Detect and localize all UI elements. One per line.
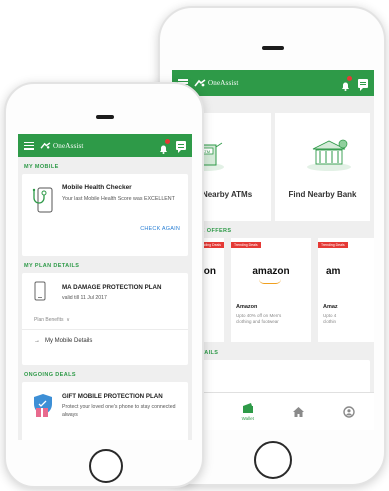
my-mobile-section-label: My mobile [24,164,59,170]
promo-stage: OneAssist allet [0,0,389,491]
chevron-down-icon: ∨ [64,317,70,323]
offer-name: Amaz [323,304,338,310]
gift-plan-text: Protect your loved one's phone to stay c… [62,404,176,418]
gift-shield-icon [34,394,52,417]
chat-icon[interactable] [176,141,186,153]
offer-brand: am [326,266,341,277]
back-home-button [254,441,292,479]
divider [22,329,188,330]
back-speaker [262,46,284,50]
plan-details-card[interactable]: MA DAMAGE PROTECTION PLAN valid till 11 … [22,273,188,365]
mobile-phone-icon [34,281,46,301]
plan-validity: valid till 11 Jul 2017 [62,295,107,301]
gift-plan-card[interactable]: GIFT MOBILE PROTECTION PLAN Protect your… [22,382,188,440]
front-speaker [96,115,114,119]
hands-logo-icon [40,141,51,149]
back-app-bar: OneAssist [172,70,374,96]
plan-benefits-toggle[interactable]: Plan Benefits ∨ [34,317,70,323]
chat-icon[interactable] [358,78,368,91]
find-bank-tile[interactable]: Find Nearby Bank [275,113,370,221]
offer-tag: Trending Deals [231,242,261,248]
front-home-button [89,449,123,483]
offer-desc: Upto 4 clothin [323,313,337,324]
hands-logo-icon [194,78,206,86]
offer-tag: Trending Deals [318,242,348,248]
notification-bell-icon[interactable] [159,138,170,154]
nav-item-wallet[interactable]: Wallet [228,402,268,421]
notification-dot [347,76,352,81]
home-icon [292,406,304,417]
nav-item-profile[interactable] [329,405,369,418]
menu-icon[interactable] [24,141,34,150]
app-name: OneAssist [208,79,239,87]
health-checker-title: Mobile Health Checker [62,184,132,191]
notification-dot [165,138,170,144]
amazon-smile-icon [259,279,281,284]
stethoscope-phone-icon [32,187,53,213]
my-mobile-details-label: My Mobile Details [45,338,93,344]
check-again-link[interactable]: CHECK AGAIN [140,226,180,232]
wallet-icon [242,403,253,413]
bank-icon [307,139,351,171]
nav-item-home[interactable] [278,406,318,418]
nav-wallet-label: Wallet [241,416,254,421]
mobile-health-card[interactable]: Mobile Health Checker Your last Mobile H… [22,174,188,256]
app-logo: OneAssist [194,78,239,88]
plan-title: MA DAMAGE PROTECTION PLAN [62,284,162,291]
find-bank-label: Find Nearby Bank [288,190,357,199]
health-score-text: Your last Mobile Health Score was EXCELL… [62,196,175,202]
offer-name: Amazon [236,304,258,310]
offer-card[interactable]: Trending Deals am Amaz Upto 4 clothin [318,238,374,342]
offer-desc: Upto 40% off on Men's clothing and footw… [236,313,282,324]
front-phone: OneAssist My mobile Mob [4,82,204,488]
app-name: OneAssist [53,141,84,150]
my-mobile-details-link[interactable]: → My Mobile Details [34,338,92,344]
gift-plan-title: GIFT MOBILE PROTECTION PLAN [62,393,163,400]
front-app-bar: OneAssist [18,134,192,157]
offer-brand: amazon [252,266,290,277]
plan-section-label: My plan details [24,263,80,269]
app-logo: OneAssist [40,142,84,150]
plan-benefits-label: Plan Benefits [34,317,64,323]
offer-card[interactable]: Trending Deals amazon Amazon Upto 40% of… [231,238,311,342]
deals-section-label: Ongoing deals [24,372,76,378]
profile-icon [343,405,355,418]
notification-bell-icon[interactable] [341,76,352,91]
arrow-right-icon: → [34,338,44,344]
front-screen: OneAssist My mobile Mob [18,134,192,440]
